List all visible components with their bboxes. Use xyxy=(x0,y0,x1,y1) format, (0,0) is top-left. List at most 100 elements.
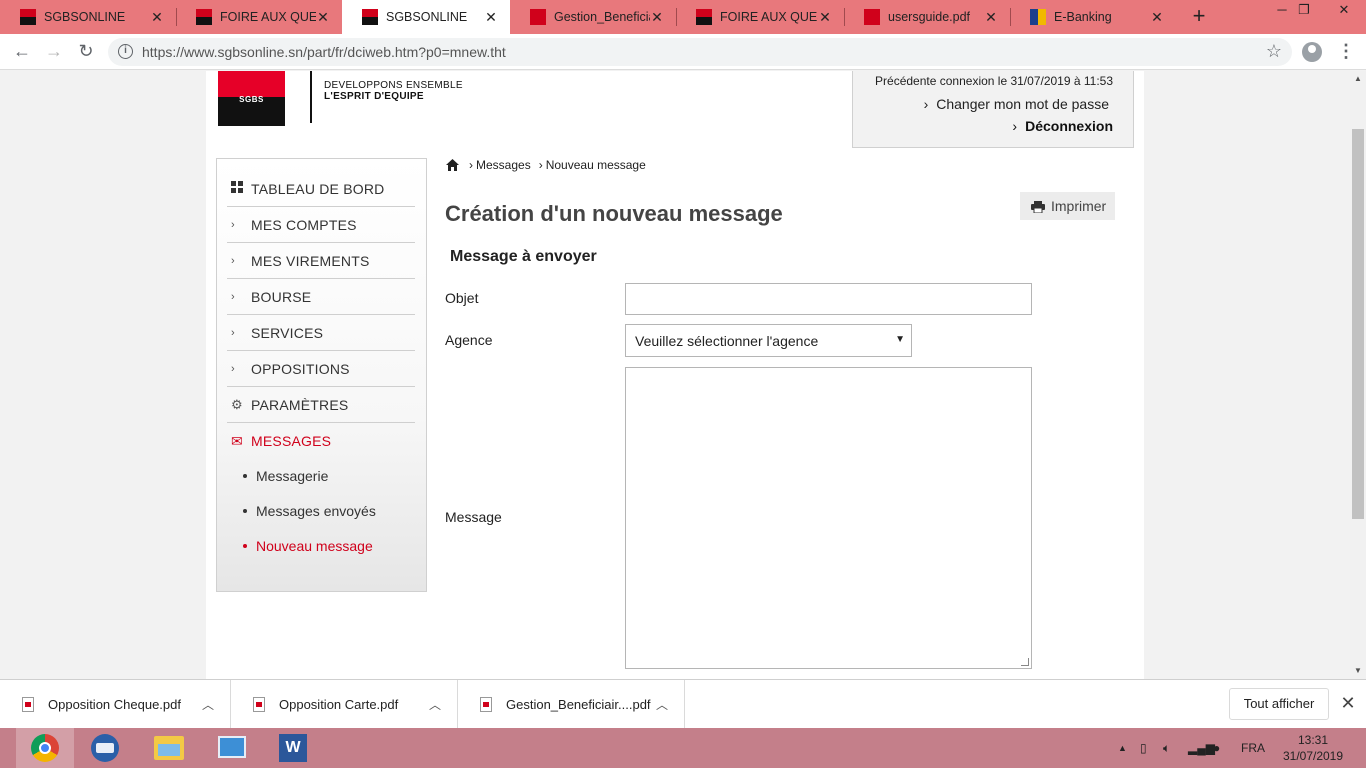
download-bar: Opposition Cheque.pdf ︿ Opposition Carte… xyxy=(0,679,1366,729)
forward-arrow-icon[interactable]: → xyxy=(42,40,66,64)
scroll-down-arrow-icon[interactable]: ▼ xyxy=(1350,663,1366,679)
browser-tab-active[interactable]: SGBSONLINE ✕ xyxy=(342,0,510,34)
browser-tab[interactable]: E-Banking ✕ xyxy=(1010,0,1176,34)
show-hidden-icons-icon[interactable]: ▲ xyxy=(1118,728,1127,768)
sidebar-item-label: BOURSE xyxy=(251,288,312,305)
close-window-icon[interactable]: ✕ xyxy=(1324,0,1364,22)
close-tab-icon[interactable]: ✕ xyxy=(316,9,330,26)
sidebar-item-mes-comptes[interactable]: › MES COMPTES xyxy=(227,207,415,243)
address-bar[interactable]: i https://www.sgbsonline.sn/part/fr/dciw… xyxy=(108,38,1292,66)
chevron-up-icon[interactable]: ︿ xyxy=(656,696,668,713)
sidebar-item-parametres[interactable]: ⚙ PARAMÈTRES xyxy=(227,387,415,423)
bullet-icon xyxy=(243,474,247,478)
signal-icon[interactable]: ▂▄▆ xyxy=(1188,728,1215,768)
close-tab-icon[interactable]: ✕ xyxy=(818,9,832,26)
clock-time: 13:31 xyxy=(1297,733,1329,747)
chevron-right-icon: › xyxy=(231,326,235,339)
close-tab-icon[interactable]: ✕ xyxy=(484,9,498,26)
object-input[interactable] xyxy=(625,283,1032,315)
new-tab-plus-icon[interactable]: + xyxy=(1187,5,1211,29)
print-button[interactable]: Imprimer xyxy=(1020,192,1115,220)
taskbar-thunderbird[interactable] xyxy=(76,728,134,768)
page-scrollbar[interactable]: ▲ ▼ xyxy=(1350,71,1366,679)
user-session-box: Précédente connexion le 31/07/2019 à 11:… xyxy=(852,71,1134,148)
sidebar-item-label: SERVICES xyxy=(251,324,324,341)
agency-label: Agence xyxy=(445,332,493,348)
restore-window-icon[interactable]: ❐ xyxy=(1284,0,1324,22)
browser-tab[interactable]: FOIRE AUX QUESTI ✕ xyxy=(176,0,342,34)
browser-tab[interactable]: SGBSONLINE ✕ xyxy=(0,0,176,34)
sidebar-item-tableau-de-bord[interactable]: TABLEAU DE BORD xyxy=(227,171,415,207)
download-item[interactable]: Opposition Cheque.pdf ︿ xyxy=(0,680,231,729)
change-password-link[interactable]: › Changer mon mot de passe xyxy=(924,96,1109,112)
breadcrumb-chevron-icon: › xyxy=(538,158,543,172)
sidebar-item-bourse[interactable]: › BOURSE xyxy=(227,279,415,315)
taskbar-chrome[interactable] xyxy=(16,728,74,768)
browser-tab[interactable]: Gestion_Beneficiair ✕ xyxy=(510,0,676,34)
scroll-up-arrow-icon[interactable]: ▲ xyxy=(1350,71,1366,87)
tab-title: SGBSONLINE xyxy=(386,10,468,24)
sgbs-logo[interactable]: SGBS xyxy=(218,71,285,126)
close-tab-icon[interactable]: ✕ xyxy=(150,9,164,26)
agency-select-value: Veuillez sélectionner l'agence xyxy=(635,332,819,349)
tab-title: FOIRE AUX QUESTI xyxy=(720,10,818,24)
download-item[interactable]: Opposition Carte.pdf ︿ xyxy=(231,680,458,729)
breadcrumb-nouveau-message: Nouveau message xyxy=(545,158,646,172)
show-all-downloads-button[interactable]: Tout afficher xyxy=(1229,688,1329,720)
taskbar-remote-desktop[interactable] xyxy=(203,728,261,768)
breadcrumb-chevron-icon: › xyxy=(469,158,473,172)
resize-handle-icon[interactable] xyxy=(1021,658,1029,666)
bookmark-star-icon[interactable]: ☆ xyxy=(1266,41,1282,62)
scrollbar-thumb[interactable] xyxy=(1352,129,1364,519)
sidebar-subitem-messages-envoyes[interactable]: Messages envoyés xyxy=(243,499,376,523)
taskbar-word[interactable]: W xyxy=(264,728,322,768)
change-password-label: Changer mon mot de passe xyxy=(936,96,1109,112)
sidebar-subitem-messagerie[interactable]: Messagerie xyxy=(243,464,328,488)
clock[interactable]: 13:31 31/07/2019 xyxy=(1276,732,1350,764)
language-indicator[interactable]: FRA xyxy=(1241,728,1265,768)
agency-select[interactable]: Veuillez sélectionner l'agence ▼ xyxy=(625,324,912,357)
close-tab-icon[interactable]: ✕ xyxy=(984,9,998,26)
sidebar-item-label: MES VIREMENTS xyxy=(251,252,370,269)
logout-link[interactable]: › Déconnexion xyxy=(1012,118,1113,134)
url-text[interactable]: https://www.sgbsonline.sn/part/fr/dciweb… xyxy=(142,44,506,60)
reload-icon[interactable]: ↻ xyxy=(74,40,98,64)
profile-avatar-icon[interactable] xyxy=(1302,42,1322,62)
page-viewport: SGBS DEVELOPPONS ENSEMBLE L'ESPRIT D'EQU… xyxy=(0,71,1350,679)
browser-menu-icon[interactable]: ⋮ xyxy=(1336,40,1356,64)
taskbar-file-explorer[interactable] xyxy=(140,728,198,768)
tab-title: E-Banking xyxy=(1054,10,1112,24)
ebanking-favicon-icon xyxy=(1030,9,1046,25)
chevron-up-icon[interactable]: ︿ xyxy=(202,696,214,713)
bullet-icon xyxy=(243,544,247,548)
sidebar-item-label: OPPOSITIONS xyxy=(251,360,350,377)
browser-tab[interactable]: usersguide.pdf ✕ xyxy=(844,0,1010,34)
sidebar-item-messages[interactable]: ✉ MESSAGES xyxy=(227,423,415,459)
download-filename: Opposition Carte.pdf xyxy=(279,697,399,712)
browser-tab[interactable]: FOIRE AUX QUESTI ✕ xyxy=(676,0,844,34)
site-info-icon[interactable]: i xyxy=(118,44,133,59)
sidebar-item-services[interactable]: › SERVICES xyxy=(227,315,415,351)
back-arrow-icon[interactable]: ← xyxy=(10,40,34,64)
network-device-icon[interactable]: ▯ xyxy=(1140,728,1147,768)
sidebar-item-mes-virements[interactable]: › MES VIREMENTS xyxy=(227,243,415,279)
close-download-bar-icon[interactable]: ✕ xyxy=(1338,692,1358,716)
remote-desktop-icon xyxy=(218,736,246,758)
home-icon[interactable] xyxy=(446,159,459,171)
sidebar-item-oppositions[interactable]: › OPPOSITIONS xyxy=(227,351,415,387)
previous-login-text: Précédente connexion le 31/07/2019 à 11:… xyxy=(875,74,1113,88)
close-tab-icon[interactable]: ✕ xyxy=(650,9,664,26)
message-label: Message xyxy=(445,509,502,525)
pdf-file-icon xyxy=(22,697,34,712)
message-textarea[interactable] xyxy=(625,367,1032,669)
gear-icon: ⚙ xyxy=(231,396,243,412)
close-tab-icon[interactable]: ✕ xyxy=(1150,9,1164,26)
chevron-up-icon[interactable]: ︿ xyxy=(429,696,441,713)
sidebar-subitem-nouveau-message[interactable]: Nouveau message xyxy=(243,534,373,558)
dropdown-arrow-icon: ▼ xyxy=(895,334,905,345)
sidebar-item-label: PARAMÈTRES xyxy=(251,396,349,413)
volume-icon[interactable]: 🔈︎ xyxy=(1163,728,1170,768)
download-item[interactable]: Gestion_Beneficiair....pdf ︿ xyxy=(458,680,685,729)
breadcrumb-messages[interactable]: Messages xyxy=(476,158,531,172)
notification-app-icon[interactable]: ● xyxy=(1213,728,1220,768)
